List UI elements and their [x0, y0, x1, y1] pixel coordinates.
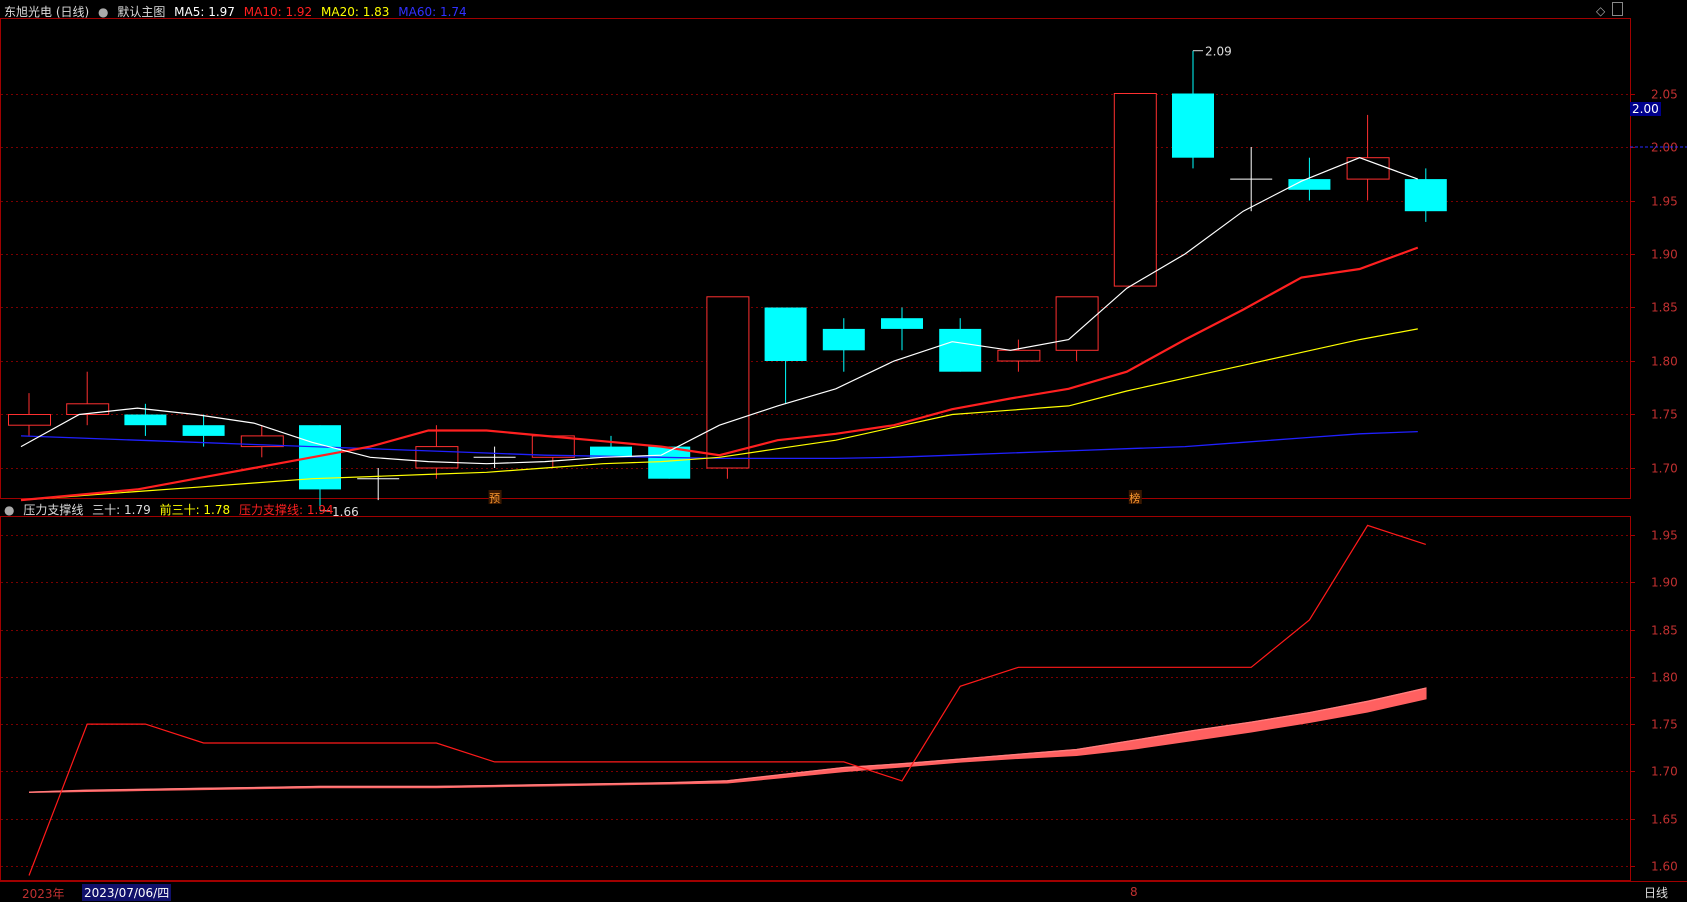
candle-body: [997, 349, 1041, 362]
current-price-marker: 2.00: [1630, 102, 1661, 116]
bottom-year: 2023年: [22, 887, 65, 901]
sub-y-tick-label: 1.75: [1651, 718, 1678, 732]
settings-circle-icon[interactable]: ●: [98, 5, 108, 19]
candle-body: [182, 425, 225, 436]
window-close-icon[interactable]: [1612, 2, 1623, 16]
candle-body: [822, 328, 865, 351]
s30-legend: 三十: 1.79: [92, 503, 151, 517]
ma60-legend: MA60: 1.74: [398, 5, 467, 19]
ma20-legend: MA20: 1.83: [321, 5, 390, 19]
prev30-legend: 前三十: 1.78: [159, 503, 231, 517]
indicator-name[interactable]: 压力支撑线: [23, 503, 83, 517]
candle-body: [939, 328, 982, 372]
candle-body: [1404, 179, 1447, 212]
candle-body: [66, 403, 110, 415]
candle-body: [881, 318, 923, 329]
event-marker: 榜: [1129, 491, 1140, 505]
ma10-legend: MA10: 1.92: [243, 5, 313, 19]
main-y-tick-label: 1.70: [1651, 462, 1678, 476]
candle-body: [764, 307, 807, 361]
candle-body: [1172, 93, 1214, 158]
bottom-date: 2023/07/06/四: [82, 884, 172, 901]
main-y-tick-label: 1.80: [1651, 355, 1678, 369]
settings-circle-icon[interactable]: ●: [4, 503, 14, 517]
main-y-tick-label: 1.75: [1651, 408, 1678, 422]
sub-y-tick-label: 1.60: [1651, 860, 1678, 874]
sub-y-tick-label: 1.95: [1651, 529, 1678, 543]
ma5-legend: MA5: 1.97: [174, 5, 235, 19]
candle-body: [415, 446, 459, 469]
diamond-icon[interactable]: ◇: [1596, 4, 1605, 18]
sub-y-tick-label: 1.85: [1651, 624, 1678, 638]
event-marker: 预: [489, 492, 500, 505]
pressure-legend: 压力支撑线: 1.94: [238, 503, 334, 517]
candle-body: [124, 414, 167, 426]
main-y-tick-label: 1.85: [1651, 301, 1678, 315]
candle-body: [1113, 93, 1157, 287]
sub-y-tick-label: 1.70: [1651, 765, 1678, 779]
main-header: 东旭光电 (日线) ● 默认主图 MA5: 1.97 MA10: 1.92 MA…: [4, 2, 472, 22]
price-annotation: 2.09: [1205, 45, 1232, 59]
main-y-tick-label: 2.05: [1651, 88, 1678, 102]
sub-y-tick-label: 1.65: [1651, 813, 1678, 827]
main-y-tick-label: 1.90: [1651, 248, 1678, 262]
sub-y-tick-label: 1.80: [1651, 671, 1678, 685]
indicator-header: ● 压力支撑线 三十: 1.79 前三十: 1.78 压力支撑线: 1.94: [4, 500, 339, 520]
main-y-tick-label: 1.95: [1651, 195, 1678, 209]
stock-title[interactable]: 东旭光电 (日线): [4, 5, 89, 19]
thirty-line: [28, 687, 1426, 793]
candle-body: [8, 414, 51, 426]
sub-y-tick-label: 1.90: [1651, 576, 1678, 590]
candle-body: [1055, 296, 1099, 351]
pressure-support-line: [28, 524, 1426, 876]
period-button[interactable]: 日线: [1644, 884, 1668, 901]
support-band: [28, 687, 1427, 793]
bottom-mid-mark: 8: [1130, 885, 1138, 899]
main-chart-label[interactable]: 默认主图: [117, 5, 165, 19]
candle-body: [706, 296, 750, 469]
chart-canvas: 1.70 1.75 1.80 1.85 1.90 1.95 2.002.05 1.60 1.65…: [0, 18, 1687, 882]
